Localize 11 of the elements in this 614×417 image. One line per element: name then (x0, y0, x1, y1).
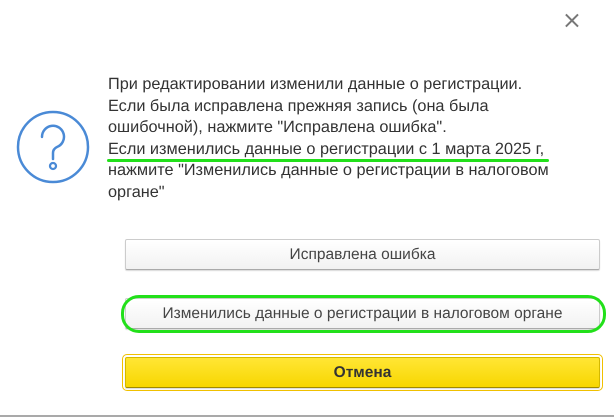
close-button[interactable]: × (558, 6, 586, 34)
message-text: При редактировании изменили данные о регистрации. (108, 75, 522, 93)
message-text: органе" (108, 182, 165, 200)
cancel-button[interactable]: Отмена (125, 357, 600, 388)
message-text: Если изменились данные о регистрации с 1 марта 2025 г, (108, 140, 544, 158)
question-icon (16, 110, 90, 184)
message-text: Если была исправлена прежняя запись (она была (108, 96, 489, 114)
message-text: нажмите "Изменились данные о регистрации в налоговом (108, 161, 549, 179)
action-button[interactable]: Исправлена ошибка (125, 239, 600, 270)
message-text: ошибочной), нажмите "Исправлена ошибка". (108, 118, 447, 136)
action-button[interactable]: Изменились данные о регистрации в налоговом органе (125, 298, 600, 329)
